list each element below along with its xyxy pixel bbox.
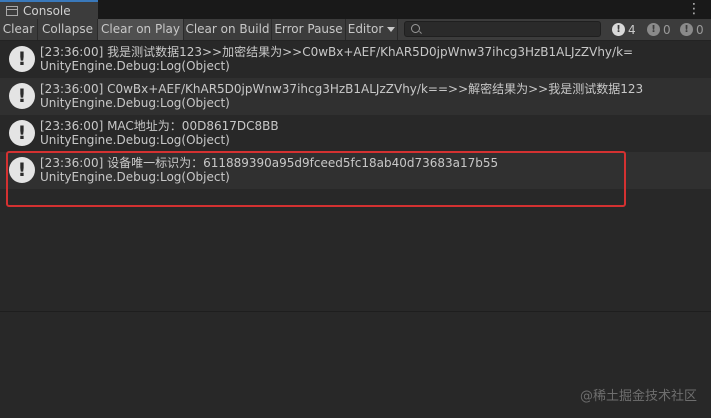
console-tab-label: Console [23, 3, 71, 18]
info-icon: ! [9, 120, 35, 146]
info-icon: ! [9, 46, 35, 72]
window-tab-bar: Console ⋮ [0, 0, 711, 19]
log-count: 4 [628, 22, 636, 37]
console-toolbar: Clear Collapse Clear on Play Clear on Bu… [0, 19, 711, 41]
console-tab[interactable]: Console [0, 0, 98, 19]
log-message: [23:36:00] 设备唯一标识为：611889390a95d9fceed5f… [40, 156, 499, 170]
warning-count: 0 [663, 22, 671, 37]
log-entry[interactable]: ! [23:36:00] 设备唯一标识为：611889390a95d9fceed… [0, 152, 711, 189]
clear-button[interactable]: Clear [0, 19, 38, 40]
log-stacktrace: UnityEngine.Debug:Log(Object) [40, 59, 230, 73]
editor-dropdown-label: Editor [347, 22, 384, 36]
log-entry[interactable]: ! [23:36:00] C0wBx+AEF/KhAR5D0jpWnw37ihc… [0, 78, 711, 115]
info-icon: ! [9, 157, 35, 183]
error-icon: ! [680, 23, 693, 36]
log-entry[interactable]: ! [23:36:00] 我是测试数据123>>加密结果为>>C0wBx+AEF… [0, 41, 711, 78]
log-message: [23:36:00] 我是测试数据123>>加密结果为>>C0wBx+AEF/K… [40, 45, 634, 59]
chevron-down-icon [387, 27, 396, 32]
log-entry[interactable]: ! [23:36:00] MAC地址为：00D8617DC8BB UnityEn… [0, 115, 711, 152]
more-options-icon[interactable]: ⋮ [687, 1, 701, 17]
log-message: [23:36:00] C0wBx+AEF/KhAR5D0jpWnw37ihcg3… [40, 82, 644, 96]
error-count: 0 [696, 22, 704, 37]
clear-on-play-toggle[interactable]: Clear on Play [98, 19, 184, 40]
warning-count-toggle[interactable]: ! 0 [647, 19, 671, 40]
console-window-icon [6, 5, 18, 16]
log-message: [23:36:00] MAC地址为：00D8617DC8BB [40, 119, 279, 133]
search-input[interactable] [404, 21, 601, 37]
clear-on-build-button[interactable]: Clear on Build [184, 19, 272, 40]
detail-pane-splitter[interactable] [0, 311, 711, 312]
info-icon: ! [612, 23, 625, 36]
collapse-button[interactable]: Collapse [38, 19, 98, 40]
editor-dropdown[interactable]: Editor [346, 19, 398, 40]
info-icon: ! [9, 83, 35, 109]
error-pause-button[interactable]: Error Pause [272, 19, 346, 40]
watermark: @稀土掘金技术社区 [579, 389, 697, 404]
search-icon [411, 24, 420, 33]
log-stacktrace: UnityEngine.Debug:Log(Object) [40, 96, 230, 110]
log-stacktrace: UnityEngine.Debug:Log(Object) [40, 170, 230, 184]
log-stacktrace: UnityEngine.Debug:Log(Object) [40, 133, 230, 147]
error-count-toggle[interactable]: ! 0 [680, 19, 704, 40]
log-count-toggle[interactable]: ! 4 [612, 19, 636, 40]
warning-icon: ! [647, 23, 660, 36]
